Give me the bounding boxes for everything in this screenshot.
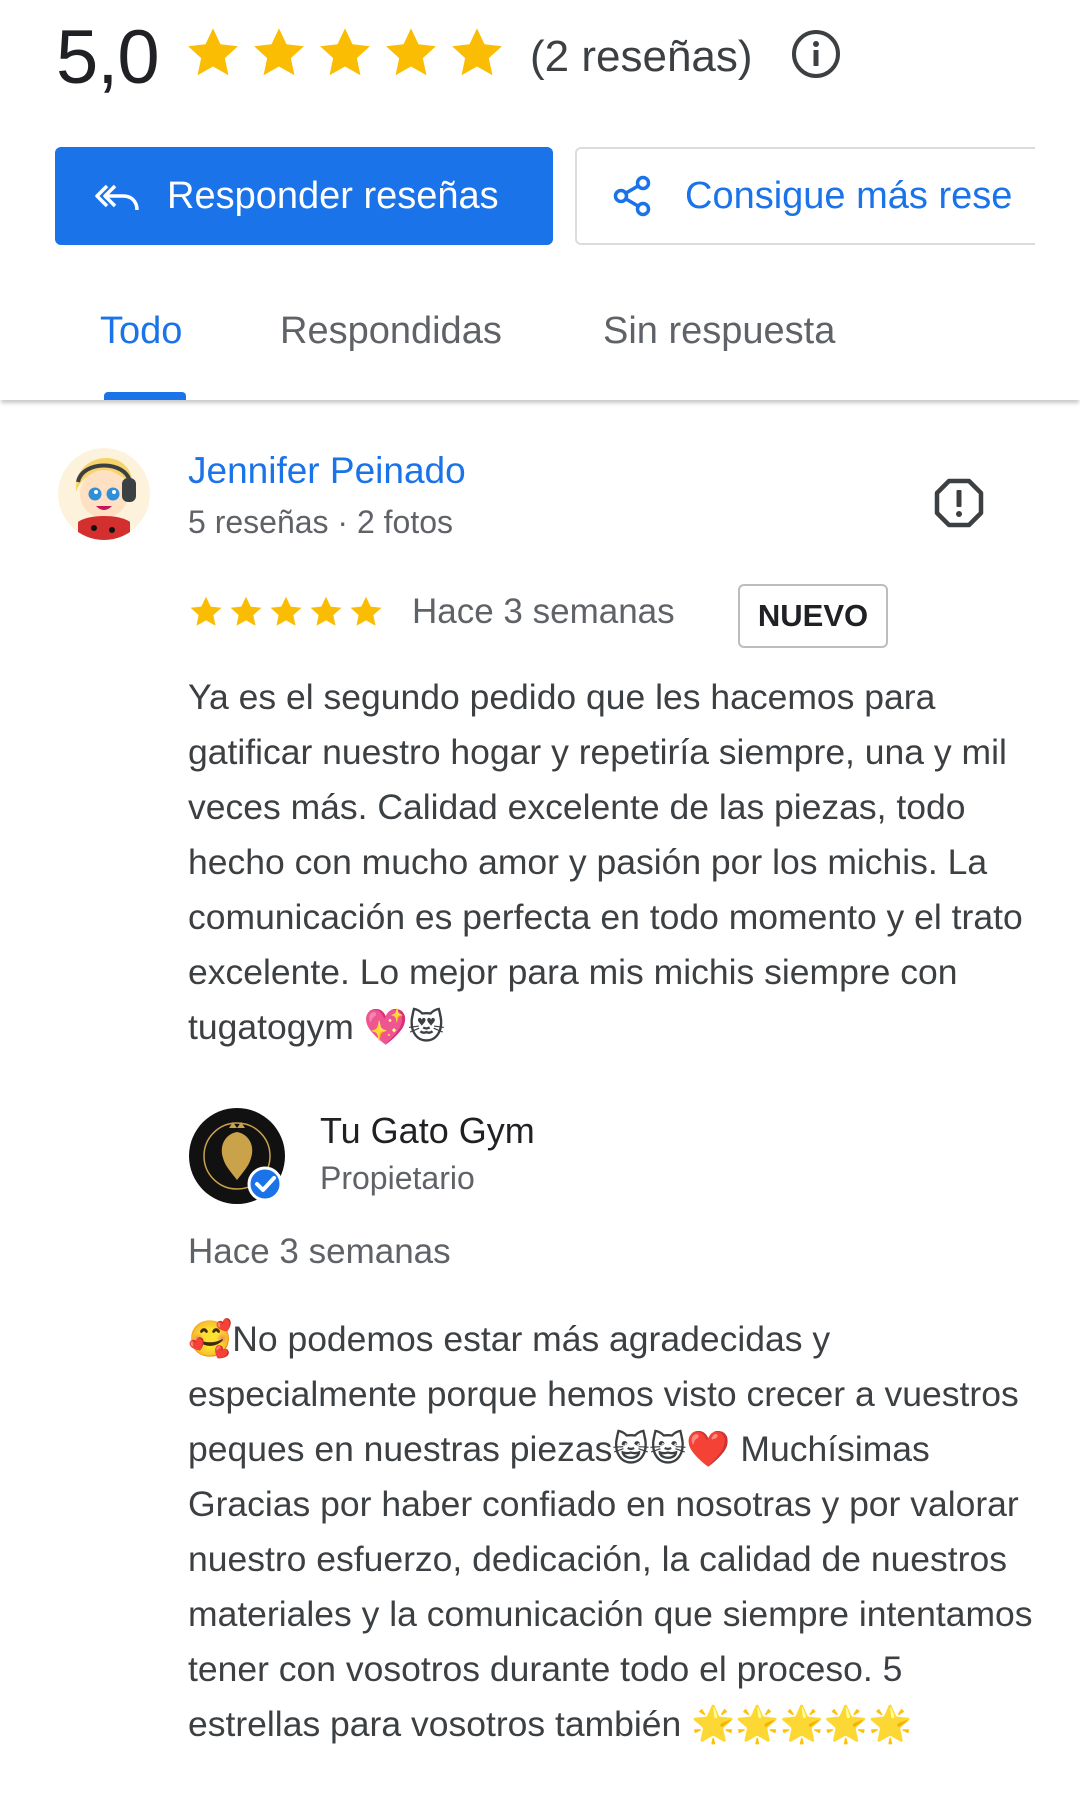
owner-role: Propietario [320,1160,475,1196]
owner-logo [189,1108,285,1204]
tab-answered[interactable]: Respondidas [280,310,502,353]
star-icon [230,596,262,626]
review-stars [188,594,384,630]
active-tab-indicator [104,392,186,400]
review-date: Hace 3 semanas [412,592,675,631]
star-icon [310,596,342,626]
star-icon [254,28,304,76]
reply-text: 🥰No podemos estar más agradecidas y espe… [188,1319,1033,1744]
star-icon [350,596,382,626]
reply-reviews-label: Responder reseñas [167,174,499,217]
report-icon[interactable] [932,476,986,530]
reviewer-name[interactable]: Jennifer Peinado [188,450,466,492]
avatar[interactable] [58,448,150,540]
star-icon [188,28,238,76]
owner-name: Tu Gato Gym [320,1110,535,1151]
get-more-reviews-label: Consigue más rese [685,174,1013,217]
review-text: Ya es el segundo pedido que les hacemos … [188,677,1023,1047]
reply-reviews-button[interactable]: Responder reseñas [55,147,553,245]
share-icon [613,175,651,217]
star-icon [190,596,222,626]
rating-stars [184,24,506,82]
info-icon[interactable] [790,28,842,80]
average-rating: 5,0 [56,15,160,100]
star-icon [452,28,502,76]
review-count: (2 reseñas) [530,32,753,81]
tab-unanswered[interactable]: Sin respuesta [603,310,835,353]
get-more-reviews-button[interactable]: Consigue más rese [575,147,1035,245]
reply-all-icon [95,184,139,211]
star-icon [270,596,302,626]
star-icon [320,28,370,76]
reply-date: Hace 3 semanas [188,1232,451,1271]
new-badge: NUEVO [738,584,888,648]
tab-all[interactable]: Todo [100,310,182,353]
star-icon [386,28,436,76]
reviewer-meta: 5 reseñas · 2 fotos [188,504,454,540]
